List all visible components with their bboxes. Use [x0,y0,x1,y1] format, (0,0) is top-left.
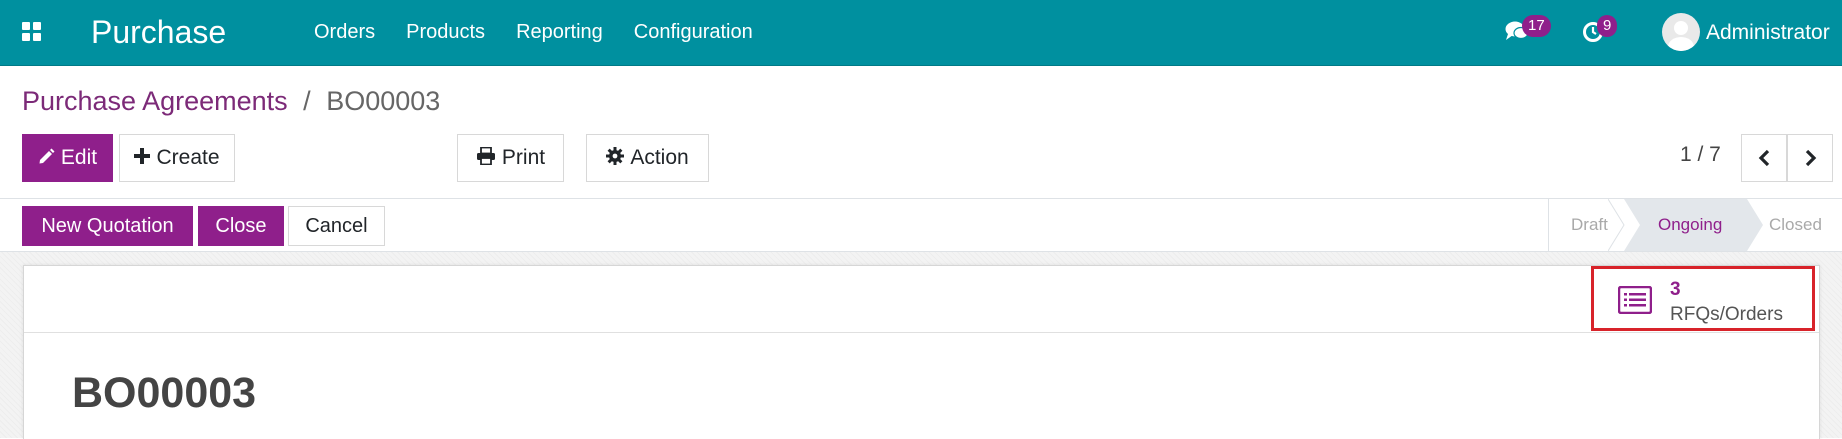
cancel-button[interactable]: Cancel [288,206,385,246]
menu-item-configuration[interactable]: Configuration [634,0,753,65]
breadcrumb-current: BO00003 [326,86,441,116]
list-icon [1618,286,1652,314]
plus-icon [134,148,151,165]
stage-ongoing[interactable]: Ongoing [1658,199,1722,251]
user-avatar-icon [1668,21,1694,51]
activities-button[interactable]: 9 [1580,0,1630,65]
form-statusbar: New Quotation Close Cancel Draft Ongoing… [0,199,1842,251]
create-button-label: Create [156,146,220,169]
pager-next-button[interactable] [1787,134,1833,182]
new-quotation-button[interactable]: New Quotation [22,206,193,246]
breadcrumb: Purchase Agreements / BO00003 [22,82,440,120]
form-sheet [23,265,1820,439]
main-menu: Orders Products Reporting Configuration [314,0,784,65]
close-button[interactable]: Close [198,206,284,246]
button-box-divider [24,332,1819,333]
messages-button[interactable]: 17 [1502,0,1562,65]
edit-button[interactable]: Edit [22,134,113,182]
activities-count-badge: 9 [1597,15,1618,37]
printer-icon [476,147,495,166]
user-avatar[interactable] [1662,13,1700,51]
pager-value[interactable]: 1 / 7 [1680,143,1721,167]
user-menu[interactable]: Administrator [1706,0,1830,65]
create-button[interactable]: Create [119,134,235,182]
pager-previous-button[interactable] [1741,134,1787,182]
stage-closed[interactable]: Closed [1769,199,1822,251]
print-button[interactable]: Print [457,134,564,182]
chevron-left-icon [1758,149,1770,167]
print-button-label: Print [501,146,546,169]
menu-item-products[interactable]: Products [406,0,485,65]
app-title[interactable]: Purchase [91,12,226,52]
breadcrumb-parent-link[interactable]: Purchase Agreements [22,86,288,116]
top-navbar: Purchase Orders Products Reporting Confi… [0,0,1842,66]
action-button[interactable]: Action [586,134,709,182]
record-title: BO00003 [72,369,257,417]
breadcrumb-separator: / [303,86,311,116]
pencil-icon [39,148,55,164]
statusbar-separator [1548,199,1549,251]
menu-item-orders[interactable]: Orders [314,0,375,65]
edit-button-label: Edit [60,146,98,169]
action-button-label: Action [630,146,689,169]
stage-draft[interactable]: Draft [1571,199,1608,251]
apps-menu-icon[interactable] [22,22,43,43]
rfqs-orders-smart-button[interactable]: 3 RFQs/Orders [1591,266,1815,331]
rfqs-orders-label: RFQs/Orders [1670,304,1783,325]
rfqs-orders-count: 3 [1670,279,1681,300]
messages-count-badge: 17 [1522,15,1551,37]
chevron-right-icon [1805,149,1817,167]
menu-item-reporting[interactable]: Reporting [516,0,603,65]
gear-icon [606,147,625,166]
